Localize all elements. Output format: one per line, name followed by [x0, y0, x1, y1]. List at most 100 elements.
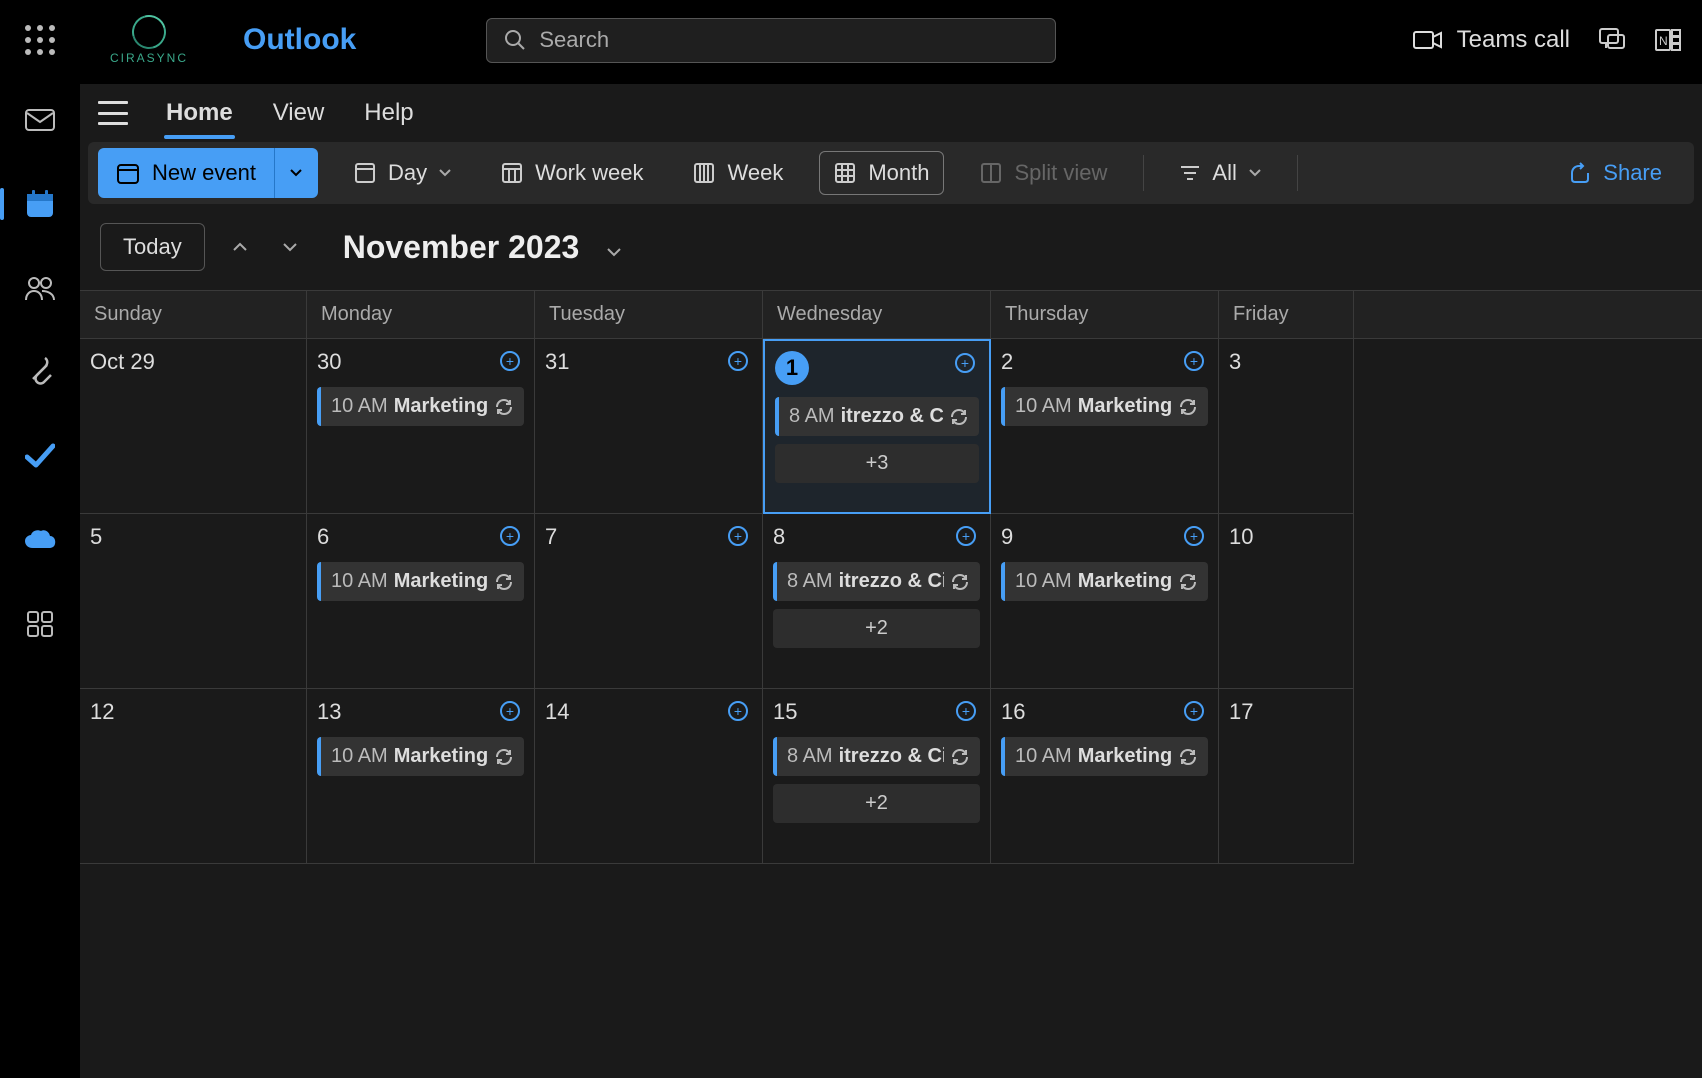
- add-event-icon[interactable]: +: [500, 351, 520, 371]
- calendar-cell[interactable]: 12: [80, 689, 307, 864]
- calendar-cell[interactable]: 8+8 AM itrezzo & Cira +2: [763, 514, 991, 689]
- calendar-event[interactable]: 10 AM Marketing t: [1001, 737, 1208, 776]
- calendar-event[interactable]: 10 AM Marketing t: [1001, 387, 1208, 426]
- day-number: 30: [317, 349, 524, 375]
- recurring-icon: [949, 407, 969, 427]
- chat-icon-button[interactable]: [1598, 26, 1626, 54]
- calendar-cell[interactable]: 30+10 AM Marketing t: [307, 339, 535, 514]
- filter-all[interactable]: All: [1166, 152, 1274, 194]
- share-button[interactable]: Share: [1555, 152, 1676, 194]
- more-events[interactable]: +2: [773, 784, 980, 823]
- next-month[interactable]: [275, 232, 305, 262]
- day-number: 12: [90, 699, 296, 725]
- add-event-icon[interactable]: +: [500, 701, 520, 721]
- more-events[interactable]: +2: [773, 609, 980, 648]
- more-events[interactable]: +3: [775, 444, 979, 483]
- add-event-icon[interactable]: +: [956, 526, 976, 546]
- teams-call-button[interactable]: Teams call: [1413, 26, 1570, 54]
- day-number: 14: [545, 699, 752, 725]
- calendar-cell[interactable]: Oct 29: [80, 339, 307, 514]
- day-number: 17: [1229, 699, 1343, 725]
- calendar-event[interactable]: 10 AM Marketing t: [317, 562, 524, 601]
- calendar-cell[interactable]: 17: [1219, 689, 1354, 864]
- calendar-event[interactable]: 10 AM Marketing t: [317, 387, 524, 426]
- search-icon: [503, 28, 527, 52]
- tab-help[interactable]: Help: [362, 89, 415, 137]
- week-view-icon: [693, 162, 715, 184]
- month-title[interactable]: November 2023: [343, 229, 622, 266]
- day-number: 9: [1001, 524, 1208, 550]
- calendar-cell[interactable]: 3: [1219, 339, 1354, 514]
- calendar-cell[interactable]: 15+8 AM itrezzo & Cira +2: [763, 689, 991, 864]
- add-event-icon[interactable]: +: [955, 353, 975, 373]
- add-event-icon[interactable]: +: [1184, 351, 1204, 371]
- nav-mail[interactable]: [20, 100, 60, 140]
- view-workweek[interactable]: Work week: [487, 152, 657, 194]
- view-month[interactable]: Month: [819, 151, 944, 195]
- search-box[interactable]: [486, 18, 1056, 63]
- nav-todo[interactable]: [20, 436, 60, 476]
- calendar-cell[interactable]: 16+10 AM Marketing t: [991, 689, 1219, 864]
- event-time: 10 AM: [1015, 745, 1072, 768]
- calendar-cell[interactable]: 14+: [535, 689, 763, 864]
- today-button[interactable]: Today: [100, 223, 205, 271]
- calendar-cell[interactable]: 10: [1219, 514, 1354, 689]
- nav-files[interactable]: [20, 352, 60, 392]
- calendar-cell[interactable]: 2+10 AM Marketing t: [991, 339, 1219, 514]
- share-icon: [1569, 162, 1591, 184]
- add-event-icon[interactable]: +: [728, 701, 748, 721]
- hamburger-menu[interactable]: [98, 101, 128, 125]
- day-number: 15: [773, 699, 980, 725]
- view-day[interactable]: Day: [340, 152, 465, 194]
- add-event-icon[interactable]: +: [1184, 701, 1204, 721]
- tab-home[interactable]: Home: [164, 89, 235, 137]
- add-event-icon[interactable]: +: [956, 701, 976, 721]
- add-event-icon[interactable]: +: [1184, 526, 1204, 546]
- prev-month[interactable]: [225, 232, 255, 262]
- calendar-event[interactable]: 8 AM itrezzo & Cira: [773, 737, 980, 776]
- tab-view[interactable]: View: [271, 89, 327, 137]
- search-input[interactable]: [539, 27, 1039, 53]
- calendar-event[interactable]: 8 AM itrezzo & Cira: [775, 397, 979, 436]
- event-title: itrezzo & Cira: [839, 745, 944, 768]
- app-name[interactable]: Outlook: [243, 23, 356, 57]
- calendar-event[interactable]: 8 AM itrezzo & Cira: [773, 562, 980, 601]
- nav-calendar[interactable]: [20, 184, 60, 224]
- calendar-cell[interactable]: 1 +8 AM itrezzo & Cira +3: [763, 339, 991, 514]
- calendar-cell[interactable]: 7+: [535, 514, 763, 689]
- add-event-icon[interactable]: +: [728, 351, 748, 371]
- onenote-icon-button[interactable]: N: [1654, 26, 1682, 54]
- calendar-event[interactable]: 10 AM Marketing t: [1001, 562, 1208, 601]
- calendar-cell[interactable]: 13+10 AM Marketing t: [307, 689, 535, 864]
- recurring-icon: [1178, 747, 1198, 767]
- add-event-icon[interactable]: +: [728, 526, 748, 546]
- day-number: 1: [775, 351, 809, 385]
- event-time: 10 AM: [331, 395, 388, 418]
- app-launcher[interactable]: [20, 20, 60, 60]
- new-event-button[interactable]: New event: [98, 148, 274, 198]
- new-event-dropdown[interactable]: [274, 148, 318, 198]
- event-time: 8 AM: [787, 570, 833, 593]
- day-number: 7: [545, 524, 752, 550]
- divider: [1297, 155, 1298, 191]
- video-icon: [1413, 29, 1443, 51]
- calendar-cell[interactable]: 9+10 AM Marketing t: [991, 514, 1219, 689]
- view-week[interactable]: Week: [679, 152, 797, 194]
- todo-check-icon: [25, 443, 55, 469]
- calendar-event[interactable]: 10 AM Marketing t: [317, 737, 524, 776]
- event-title: Marketing t: [394, 745, 488, 768]
- split-view[interactable]: Split view: [966, 152, 1121, 194]
- calendar-cell[interactable]: 6+10 AM Marketing t: [307, 514, 535, 689]
- nav-people[interactable]: [20, 268, 60, 308]
- nav-onedrive[interactable]: [20, 520, 60, 560]
- nav-more-apps[interactable]: [20, 604, 60, 644]
- chevron-down-icon: [1249, 169, 1261, 177]
- day-number: 8: [773, 524, 980, 550]
- event-time: 8 AM: [789, 405, 835, 428]
- divider: [1143, 155, 1144, 191]
- mail-icon: [25, 108, 55, 132]
- day-header: Friday: [1219, 291, 1354, 338]
- add-event-icon[interactable]: +: [500, 526, 520, 546]
- calendar-cell[interactable]: 31+: [535, 339, 763, 514]
- calendar-cell[interactable]: 5: [80, 514, 307, 689]
